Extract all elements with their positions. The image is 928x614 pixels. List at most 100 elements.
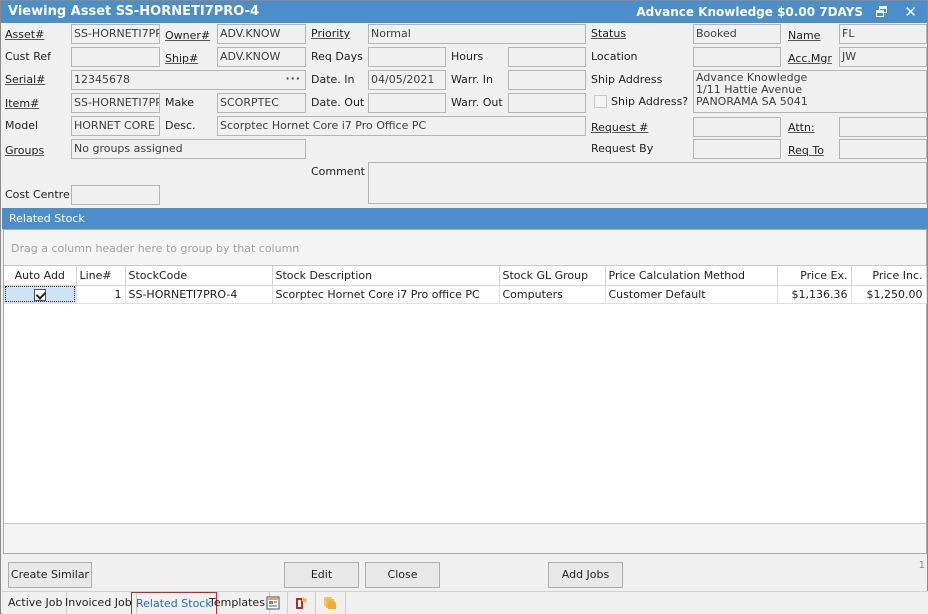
tab-active-job[interactable]: Active Job xyxy=(4,592,68,614)
req-to-label[interactable]: Req To xyxy=(788,144,824,157)
line-cell: 1 xyxy=(76,285,126,304)
create-similar-button[interactable]: Create Similar xyxy=(8,562,92,588)
req-days-field[interactable] xyxy=(368,47,446,67)
name-label[interactable]: Name xyxy=(788,29,820,42)
ship-field[interactable]: ADV.KNOW xyxy=(217,47,306,67)
comment-label: Comment xyxy=(311,165,365,178)
request-no-field[interactable] xyxy=(693,117,781,137)
warr-out-field[interactable] xyxy=(508,93,586,113)
attn-field[interactable] xyxy=(839,117,927,137)
warr-in-field[interactable] xyxy=(508,70,586,90)
col-gl-group[interactable]: Stock GL Group xyxy=(499,266,606,286)
col-price-method[interactable]: Price Calculation Method xyxy=(605,266,778,286)
request-no-label[interactable]: Request # xyxy=(591,121,648,134)
name-field[interactable]: FL xyxy=(839,24,927,44)
description-cell: Scorptec Hornet Core i7 Pro office PC xyxy=(272,285,500,304)
groups-field[interactable]: No groups assigned xyxy=(71,139,306,159)
cust-ref-label: Cust Ref xyxy=(5,50,51,63)
related-stock-header: Related Stock xyxy=(2,208,928,229)
tab-clipboard[interactable] xyxy=(288,592,316,614)
groups-label[interactable]: Groups xyxy=(5,144,44,157)
desc-field[interactable]: Scorptec Hornet Core i7 Pro Office PC xyxy=(217,116,586,136)
close-icon[interactable]: ✕ xyxy=(904,3,917,21)
col-price-inc[interactable]: Price Inc. xyxy=(851,266,927,286)
req-days-label: Req Days xyxy=(311,50,363,63)
title-bar: Viewing Asset SS-HORNETI7PRO-4 Advance K… xyxy=(1,1,927,23)
hours-field[interactable] xyxy=(508,47,586,67)
col-stock-code[interactable]: StockCode xyxy=(125,266,273,286)
status-label[interactable]: Status xyxy=(591,27,626,40)
close-button[interactable]: Close xyxy=(365,562,440,588)
customer-summary: Advance Knowledge $0.00 7DAYS xyxy=(636,5,863,19)
desc-label: Desc. xyxy=(165,119,196,132)
col-price-ex[interactable]: Price Ex. xyxy=(777,266,852,286)
bottom-tab-bar: Active Job Invoiced Job Related Stock Te… xyxy=(2,591,928,614)
comment-field[interactable] xyxy=(368,162,927,204)
tab-invoiced-job[interactable]: Invoiced Job xyxy=(61,592,137,614)
price-method-cell: Customer Default xyxy=(605,285,778,304)
stock-code-cell: SS-HORNETI7PRO-4 xyxy=(125,285,273,304)
date-out-field[interactable] xyxy=(368,93,446,113)
tab-document[interactable] xyxy=(260,592,288,614)
owner-label[interactable]: Owner# xyxy=(165,29,210,42)
add-jobs-button[interactable]: Add Jobs xyxy=(548,562,623,588)
page-indicator: 1 xyxy=(918,560,925,571)
cost-centre-label: Cost Centre xyxy=(5,188,70,201)
serial-label[interactable]: Serial# xyxy=(5,73,45,86)
req-to-field[interactable] xyxy=(839,139,927,159)
edit-button[interactable]: Edit xyxy=(284,562,359,588)
item-label[interactable]: Item# xyxy=(5,97,39,110)
priority-field[interactable]: Normal xyxy=(368,24,586,44)
attn-label[interactable]: Attn: xyxy=(788,121,815,134)
ship-address-checkbox[interactable] xyxy=(594,95,607,108)
make-field[interactable]: SCORPTEC xyxy=(217,93,306,113)
tab-related-stock[interactable]: Related Stock xyxy=(131,592,217,614)
stock-table: Auto Add Line# StockCode Stock Descripti… xyxy=(4,266,927,304)
model-field[interactable]: HORNET CORE I7 xyxy=(71,116,160,136)
date-in-field[interactable]: 04/05/2021 xyxy=(368,70,446,90)
group-by-panel[interactable]: Drag a column header here to group by th… xyxy=(4,230,926,266)
tab-files[interactable] xyxy=(316,592,346,614)
ship-address-check-label: Ship Address? xyxy=(611,95,689,108)
group-by-hint: Drag a column header here to group by th… xyxy=(11,242,300,255)
price-ex-cell: $1,136.36 xyxy=(777,285,852,304)
files-icon xyxy=(324,597,336,609)
table-header-row: Auto Add Line# StockCode Stock Descripti… xyxy=(4,266,927,286)
warr-out-label: Warr. Out xyxy=(451,96,503,109)
asset-field[interactable]: SS-HORNETI7PRO xyxy=(71,24,160,44)
acc-mgr-field[interactable]: JW xyxy=(839,47,927,67)
request-by-field[interactable] xyxy=(693,139,781,159)
asset-window: Viewing Asset SS-HORNETI7PRO-4 Advance K… xyxy=(0,0,928,614)
clipboard-icon xyxy=(296,597,307,609)
location-label: Location xyxy=(591,50,638,63)
serial-field[interactable]: 12345678 ··· xyxy=(71,70,306,90)
col-auto-add[interactable]: Auto Add xyxy=(4,266,77,286)
asset-label[interactable]: Asset# xyxy=(5,28,44,41)
ship-address-label: Ship Address xyxy=(591,73,663,86)
restore-window-icon[interactable] xyxy=(875,4,889,18)
cust-ref-field[interactable] xyxy=(71,47,160,67)
request-by-label: Request By xyxy=(591,142,654,155)
model-label: Model xyxy=(5,119,39,132)
col-line[interactable]: Line# xyxy=(76,266,126,286)
table-row[interactable]: 1 SS-HORNETI7PRO-4 Scorptec Hornet Core … xyxy=(4,285,927,304)
ship-label[interactable]: Ship# xyxy=(165,52,198,65)
ellipsis-button[interactable]: ··· xyxy=(285,72,301,85)
related-stock-grid: Drag a column header here to group by th… xyxy=(3,229,927,554)
auto-add-cell[interactable] xyxy=(4,285,77,304)
item-field[interactable]: SS-HORNETI7PRO xyxy=(71,93,160,113)
make-label: Make xyxy=(165,96,194,109)
col-stock-description[interactable]: Stock Description xyxy=(272,266,500,286)
acc-mgr-label[interactable]: Acc.Mgr xyxy=(788,52,832,65)
location-field[interactable] xyxy=(693,47,781,67)
priority-label[interactable]: Priority xyxy=(311,27,350,40)
ship-address-field[interactable]: Advance Knowledge 1/11 Hattie Avenue PAN… xyxy=(693,70,927,113)
ship-address-line: PANORAMA SA 5041 xyxy=(696,95,808,108)
hours-label: Hours xyxy=(451,50,484,63)
auto-add-checkbox[interactable] xyxy=(33,288,46,301)
cost-centre-field[interactable] xyxy=(71,185,160,205)
gl-group-cell: Computers xyxy=(499,285,606,304)
status-field[interactable]: Booked xyxy=(693,24,781,44)
owner-field[interactable]: ADV.KNOW xyxy=(217,24,306,44)
grid-footer xyxy=(4,523,926,553)
